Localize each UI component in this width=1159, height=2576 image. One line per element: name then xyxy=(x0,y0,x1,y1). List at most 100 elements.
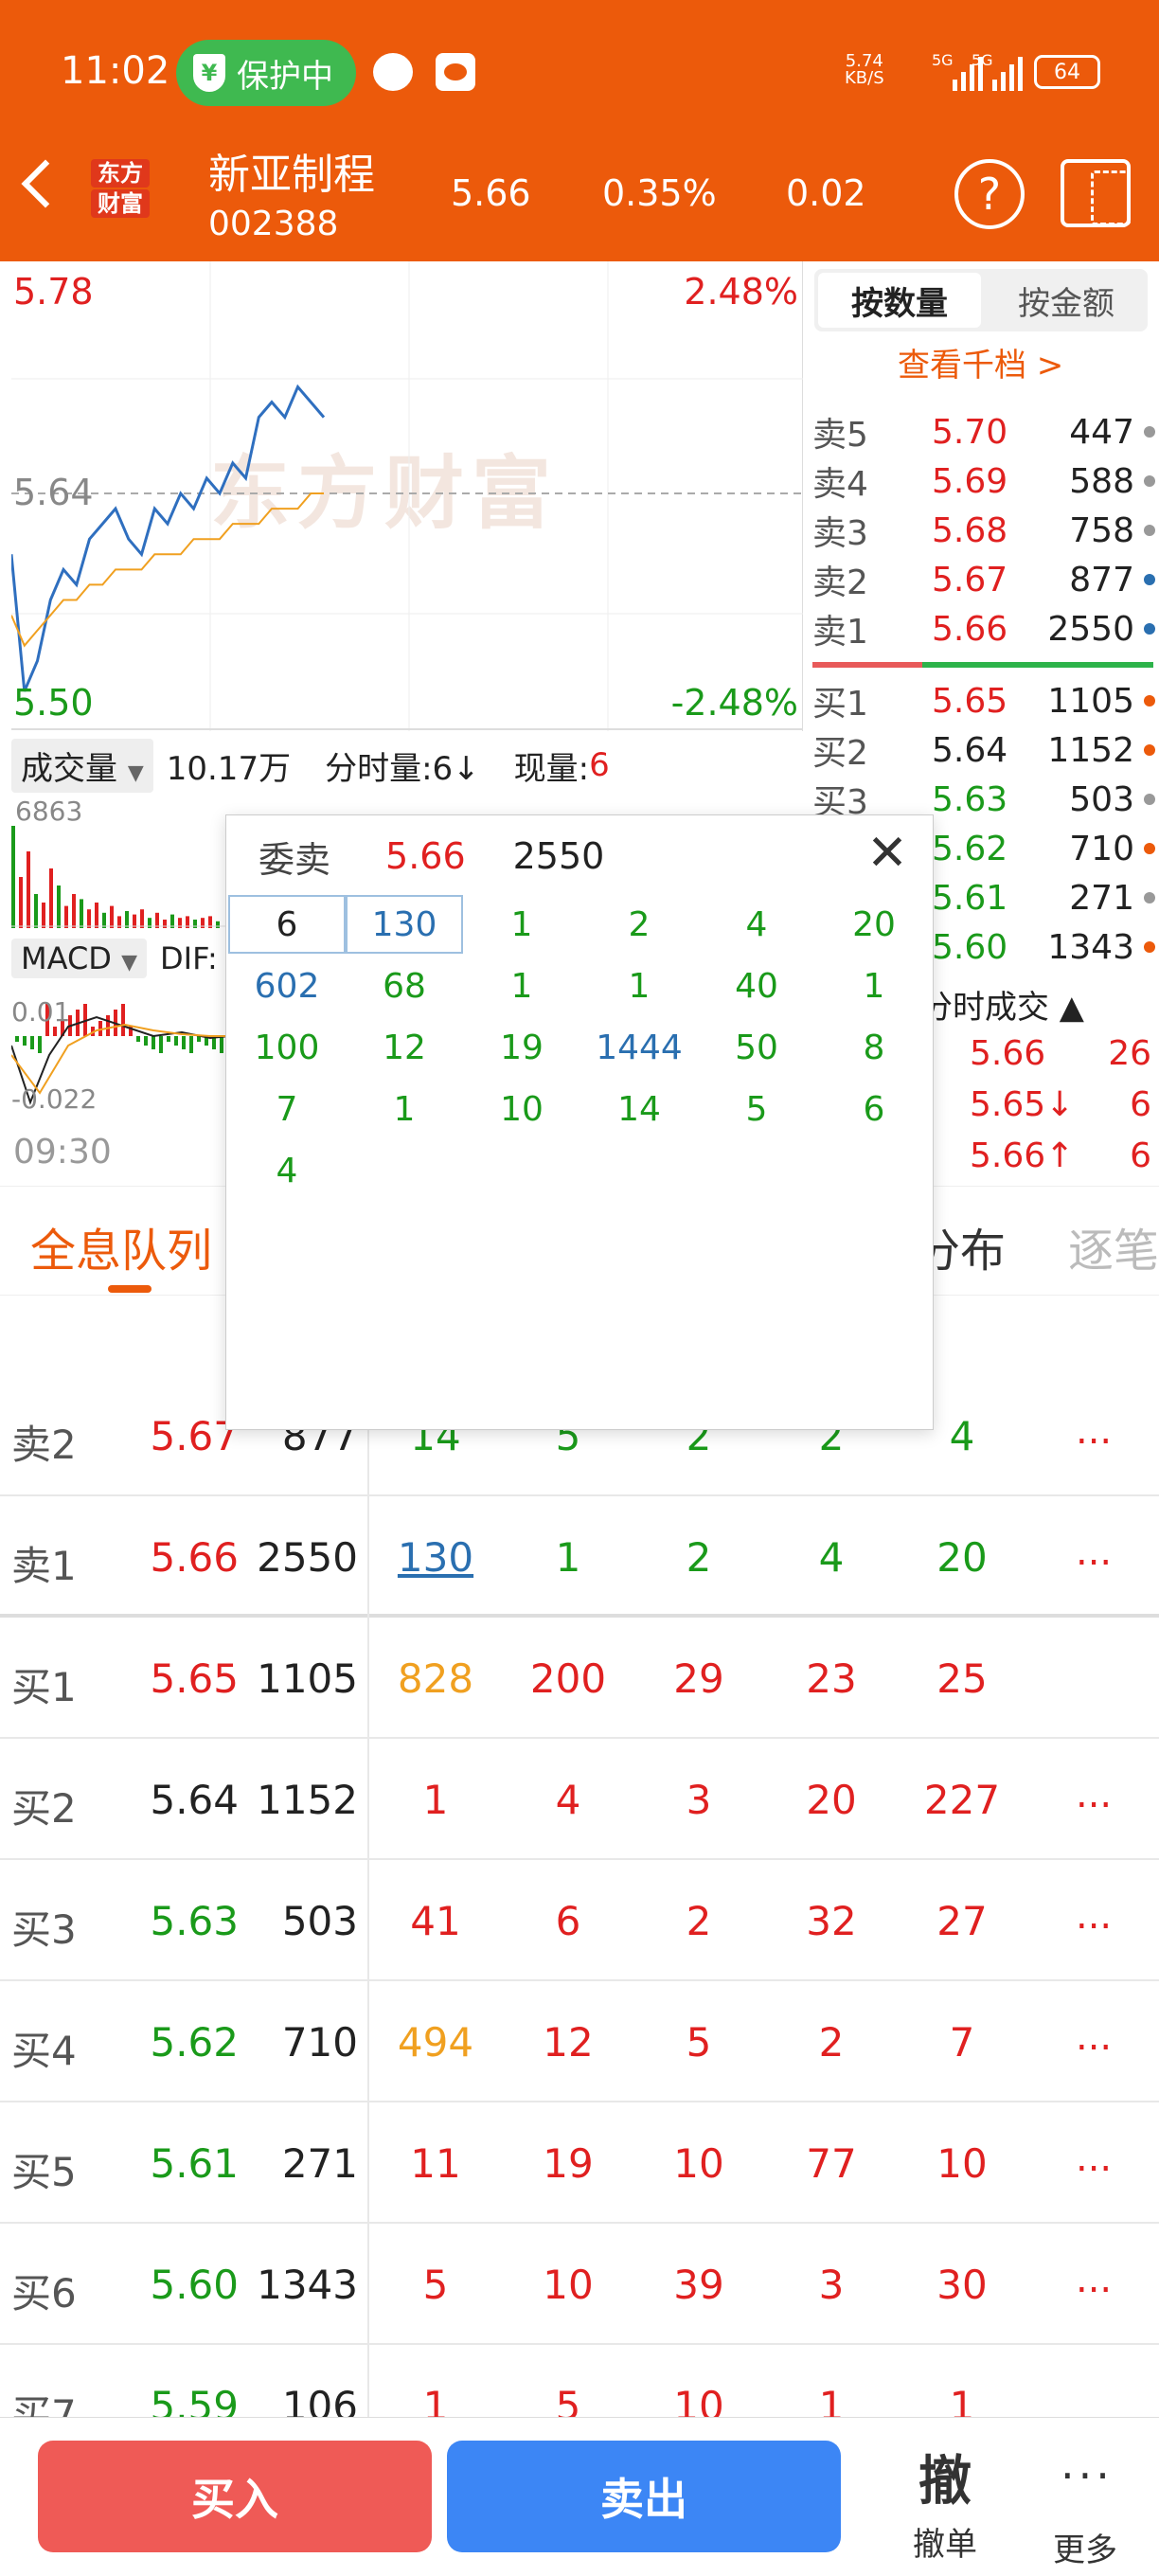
queue-cell[interactable]: 12 xyxy=(502,2019,634,2066)
queue-row-more[interactable]: ... xyxy=(1076,1773,1112,1816)
queue-cell[interactable]: 828 xyxy=(369,1655,502,1702)
queue-cell[interactable]: 25 xyxy=(896,1655,1028,1702)
queue-cell[interactable]: 4 xyxy=(502,1777,634,1823)
cancel-order-icon[interactable]: 撤 xyxy=(918,2439,972,2515)
queue-cell[interactable]: 1 xyxy=(369,1777,502,1823)
queue-row-more[interactable]: ... xyxy=(1076,1530,1112,1574)
popup-queue-cell[interactable]: 1 xyxy=(815,957,933,1015)
popup-queue-cell[interactable]: 130 xyxy=(346,895,463,954)
level-volume: 758 xyxy=(1069,510,1134,550)
view-thousand-levels-link[interactable]: 查看千档 > xyxy=(898,339,1063,385)
popup-queue-cell[interactable]: 7 xyxy=(228,1080,346,1138)
popup-queue-cell[interactable]: 4 xyxy=(228,1141,346,1200)
queue-cell[interactable]: 1 xyxy=(369,2383,502,2417)
help-icon[interactable]: ? xyxy=(954,159,1025,229)
queue-cell[interactable]: 227 xyxy=(896,1777,1028,1823)
sell-level-4[interactable]: 卖1 5.66 2550 xyxy=(812,604,1159,653)
close-icon[interactable]: ✕ xyxy=(859,825,916,882)
intraday-chart[interactable]: 东方财富 5.78 2.48% 5.64 5.50 -2.48% xyxy=(11,261,803,731)
queue-cell[interactable]: 494 xyxy=(369,2019,502,2066)
popup-queue-cell[interactable]: 100 xyxy=(228,1018,346,1077)
popup-queue-cell[interactable]: 6 xyxy=(815,1080,933,1138)
queue-cell[interactable]: 5 xyxy=(633,2019,765,2066)
tab-full-queue[interactable]: 全息队列 xyxy=(30,1213,212,1279)
more-icon[interactable]: ··· xyxy=(1061,2450,1114,2501)
queue-row-more[interactable]: ... xyxy=(1076,2258,1112,2301)
queue-cell[interactable]: 3 xyxy=(765,2262,898,2308)
queue-cell[interactable]: 6 xyxy=(502,1898,634,1944)
popup-queue-cell[interactable]: 1 xyxy=(463,957,580,1015)
tab-by-amount[interactable]: 按金额 xyxy=(985,269,1148,331)
queue-cell[interactable]: 2 xyxy=(633,1898,765,1944)
tab-tick-by-tick[interactable]: 逐笔 xyxy=(1068,1213,1159,1279)
queue-cell[interactable]: 2 xyxy=(765,2019,898,2066)
popup-queue-cell[interactable]: 40 xyxy=(698,957,815,1015)
queue-cell[interactable]: 1 xyxy=(896,2383,1028,2417)
popup-queue-cell[interactable]: 6 xyxy=(228,895,346,954)
queue-cell[interactable]: 27 xyxy=(896,1898,1028,1944)
queue-cell[interactable]: 4 xyxy=(765,1534,898,1581)
popup-queue-cell[interactable]: 14 xyxy=(580,1080,698,1138)
popup-queue-cell[interactable]: 2 xyxy=(580,895,698,954)
popup-queue-cell[interactable]: 19 xyxy=(463,1018,580,1077)
popup-queue-cell[interactable]: 10 xyxy=(463,1080,580,1138)
queue-cell[interactable]: 77 xyxy=(765,2140,898,2187)
queue-cell[interactable]: 10 xyxy=(896,2140,1028,2187)
popup-queue-cell[interactable]: 1 xyxy=(346,1080,463,1138)
queue-row-more[interactable]: ... xyxy=(1076,2015,1112,2059)
queue-cell[interactable]: 1 xyxy=(502,1534,634,1581)
queue-cell[interactable]: 41 xyxy=(369,1898,502,1944)
popup-queue-cell[interactable]: 1 xyxy=(463,895,580,954)
queue-cell[interactable]: 10 xyxy=(502,2262,634,2308)
popup-queue-cell[interactable]: 8 xyxy=(815,1018,933,1077)
cancel-order-label[interactable]: 撤单 xyxy=(913,2518,977,2565)
queue-cell[interactable]: 19 xyxy=(502,2140,634,2187)
queue-cell[interactable]: 32 xyxy=(765,1898,898,1944)
queue-cell[interactable]: 3 xyxy=(633,1777,765,1823)
queue-cell[interactable]: 23 xyxy=(765,1655,898,1702)
popup-queue-cell[interactable]: 12 xyxy=(346,1018,463,1077)
buy-level-1[interactable]: 买2 5.64 1152 xyxy=(812,725,1159,775)
volume-selector[interactable]: 成交量 ▼ xyxy=(11,738,153,793)
queue-cell[interactable]: 2 xyxy=(633,1534,765,1581)
sell-level-1[interactable]: 卖4 5.69 588 xyxy=(812,456,1159,506)
popup-queue-cell[interactable]: 50 xyxy=(698,1018,815,1077)
queue-row-more[interactable]: ... xyxy=(1076,1894,1112,1938)
more-label[interactable]: 更多 xyxy=(1053,2524,1117,2570)
queue-cell[interactable]: 11 xyxy=(369,2140,502,2187)
queue-cell[interactable]: 30 xyxy=(896,2262,1028,2308)
queue-cell[interactable]: 20 xyxy=(765,1777,898,1823)
popup-queue-cell[interactable]: 68 xyxy=(346,957,463,1015)
queue-cell[interactable]: 10 xyxy=(633,2140,765,2187)
fenshi-trade-title[interactable]: 分时成交 ▲ xyxy=(920,981,1084,1028)
sell-button[interactable]: 卖出 xyxy=(447,2441,841,2552)
protect-badge[interactable]: ¥ 保护中 xyxy=(176,40,356,106)
popup-queue-cell[interactable]: 4 xyxy=(698,895,815,954)
queue-row-more[interactable]: ... xyxy=(1076,1409,1112,1453)
queue-cell[interactable]: 1 xyxy=(765,2383,898,2417)
buy-button[interactable]: 买入 xyxy=(38,2441,432,2552)
sell-level-0[interactable]: 卖5 5.70 447 xyxy=(812,407,1159,456)
popup-queue-cell[interactable]: 5 xyxy=(698,1080,815,1138)
queue-cell[interactable]: 130 xyxy=(369,1534,502,1581)
queue-row-more[interactable]: ... xyxy=(1076,2137,1112,2180)
queue-cell[interactable]: 5 xyxy=(369,2262,502,2308)
popup-queue-cell[interactable]: 602 xyxy=(228,957,346,1015)
popup-queue-cell[interactable]: 1444 xyxy=(580,1018,698,1077)
queue-cell[interactable]: 10 xyxy=(633,2383,765,2417)
queue-cell[interactable]: 29 xyxy=(633,1655,765,1702)
sell-level-3[interactable]: 卖2 5.67 877 xyxy=(812,555,1159,604)
popup-queue-cell[interactable]: 20 xyxy=(815,895,933,954)
queue-cell[interactable]: 20 xyxy=(896,1534,1028,1581)
sell-level-2[interactable]: 卖3 5.68 758 xyxy=(812,506,1159,555)
queue-cell[interactable]: 7 xyxy=(896,2019,1028,2066)
popup-queue-cell[interactable]: 1 xyxy=(580,957,698,1015)
tab-by-quantity[interactable]: 按数量 xyxy=(818,273,981,328)
queue-cell[interactable]: 200 xyxy=(502,1655,634,1702)
layout-switch-icon[interactable] xyxy=(1061,159,1131,227)
macd-selector[interactable]: MACD ▼ xyxy=(11,939,148,978)
queue-cell[interactable]: 5 xyxy=(502,2383,634,2417)
back-icon[interactable] xyxy=(21,159,70,208)
queue-cell[interactable]: 39 xyxy=(633,2262,765,2308)
buy-level-0[interactable]: 买1 5.65 1105 xyxy=(812,676,1159,725)
